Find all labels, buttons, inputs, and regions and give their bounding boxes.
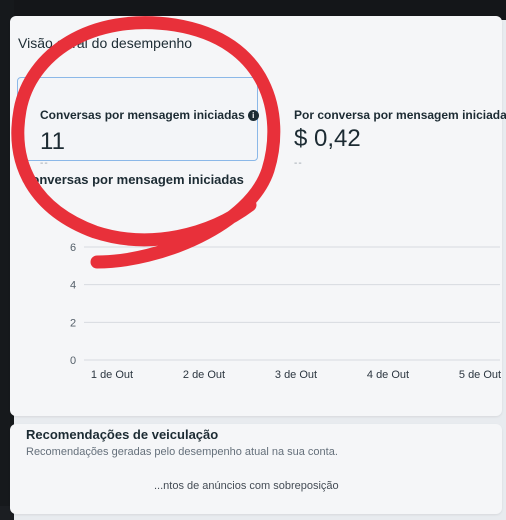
y-tick-label: 6: [70, 242, 76, 254]
x-tick-label: 5 de Out: [459, 369, 501, 381]
x-tick-label: 3 de Out: [275, 369, 317, 381]
metric-value-cost-per-conversation: $ 0,42: [294, 125, 361, 152]
recommendations-title: Recomendações de veiculação: [26, 427, 219, 442]
info-icon[interactable]: i: [247, 110, 259, 121]
metric-sub-cost: --: [294, 158, 303, 169]
conversations-line-chart: 0 2 4 6 1 de Out 2 de Out 3 de Out 4 de Out 5 de…: [70, 242, 501, 381]
metric-sub-conversations: --: [40, 158, 49, 169]
metric-label-conversations-text: Conversas por mensagem iniciadas: [40, 108, 245, 122]
overview-title: Visão geral do desempenho: [18, 35, 193, 51]
recommendation-item-partial[interactable]: ...ntos de anúncios com sobreposição: [154, 480, 339, 492]
metric-label-cost-per-conversation: Por conversa por mensagem iniciadai: [294, 108, 506, 122]
y-tick-label: 4: [70, 280, 76, 292]
x-tick-label: 4 de Out: [367, 369, 409, 381]
recommendations-subtitle: Recomendações geradas pelo desempenho at…: [26, 446, 338, 458]
y-tick-label: 2: [70, 317, 76, 329]
chart-title: Conversas por mensagem iniciadas: [22, 172, 244, 187]
metric-value-conversations: 11: [40, 128, 65, 155]
metric-label-cost-text: Por conversa por mensagem iniciada: [294, 108, 506, 122]
x-tick-label: 1 de Out: [91, 369, 133, 381]
y-tick-label: 0: [70, 355, 76, 367]
x-tick-label: 2 de Out: [183, 369, 225, 381]
metric-label-conversations: Conversas por mensagem iniciadas i: [40, 108, 259, 122]
